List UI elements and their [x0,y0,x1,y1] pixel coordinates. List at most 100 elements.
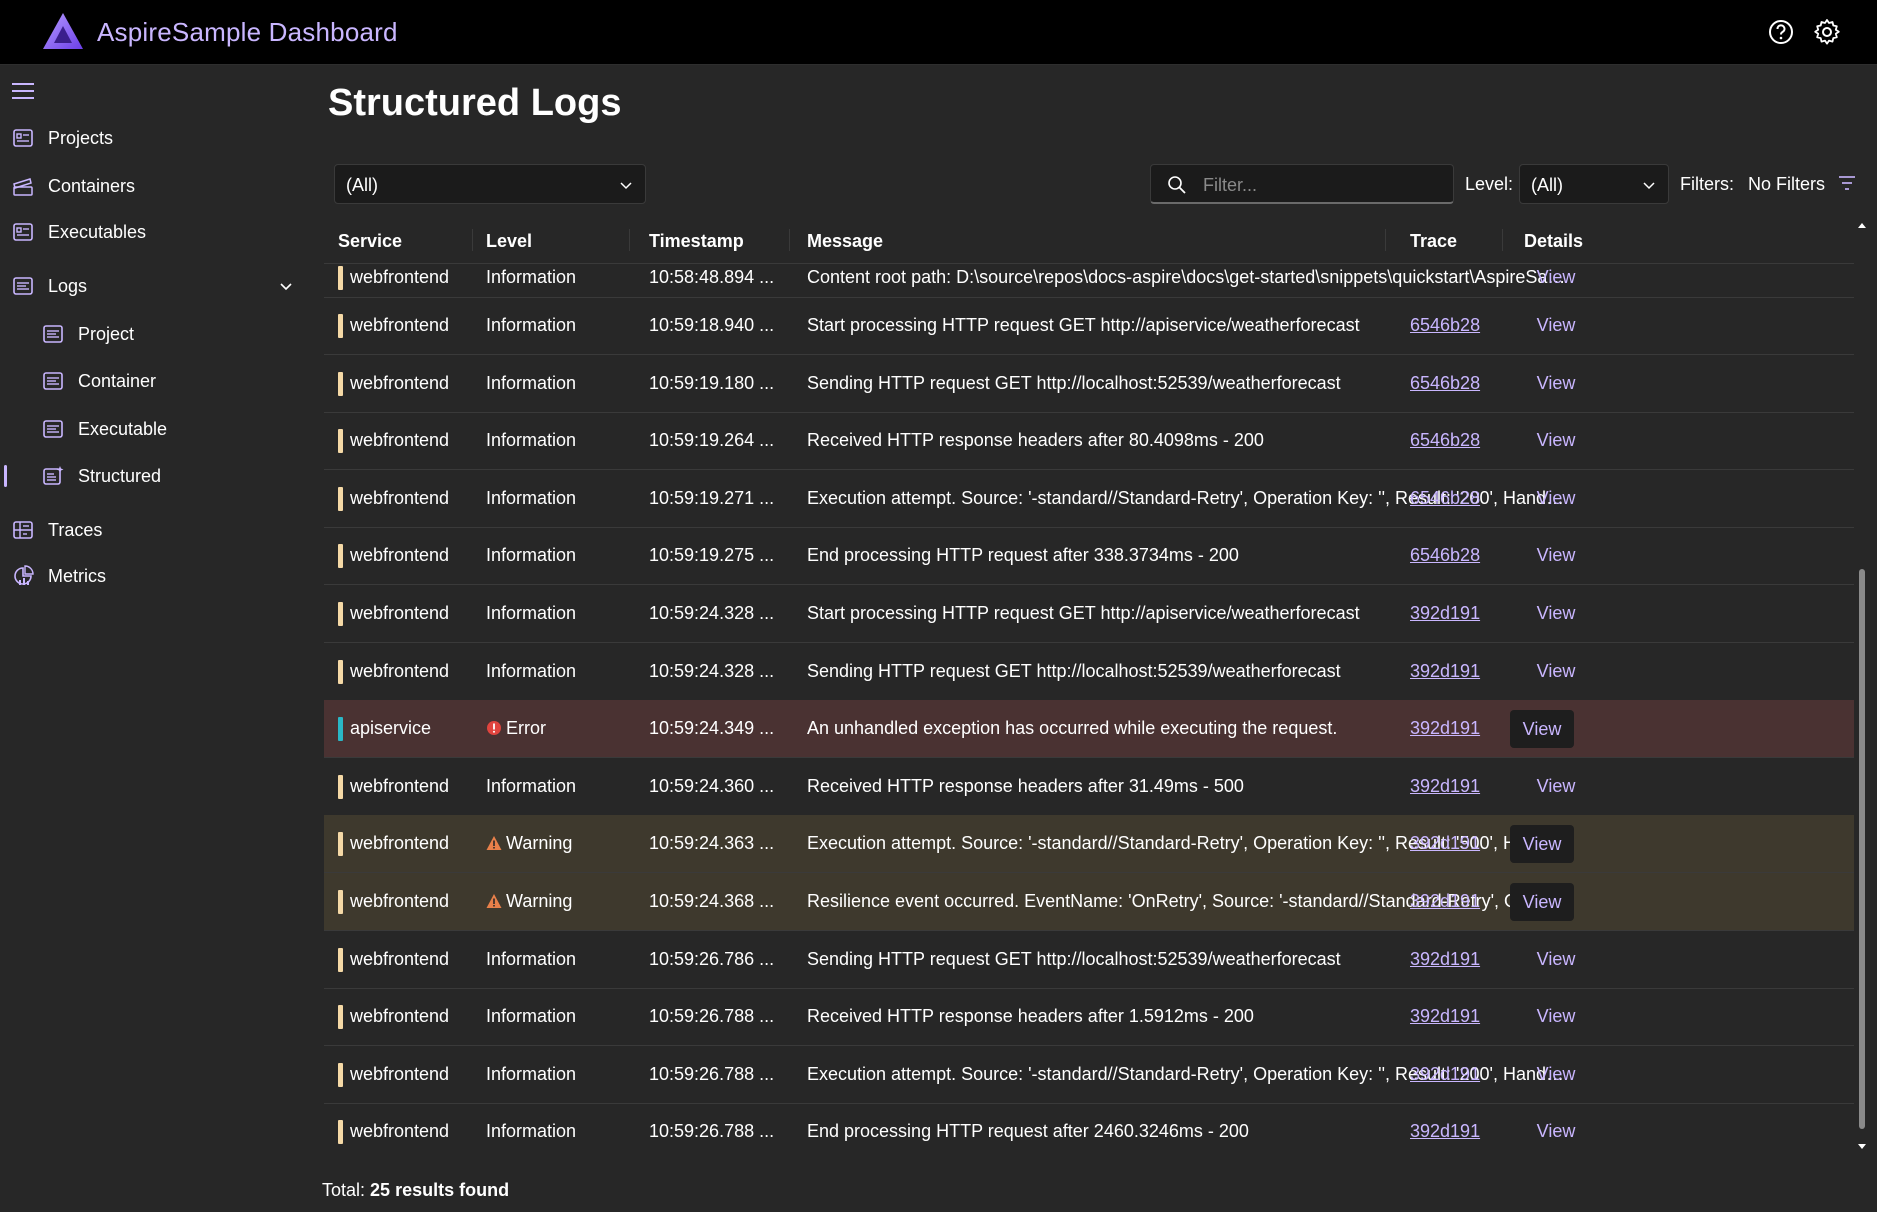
table-row[interactable]: webfrontend Information 10:59:19.180 ... Se… [324,355,1854,413]
view-details-button[interactable]: View [1524,373,1588,394]
column-header-timestamp[interactable]: Timestamp [649,231,744,252]
trace-link[interactable]: 392d191 [1410,718,1480,739]
column-header-trace[interactable]: Trace [1410,231,1457,252]
table-row[interactable]: webfrontend Information 10:59:26.788 ... Re… [324,988,1854,1047]
column-header-message[interactable]: Message [807,231,883,252]
table-row[interactable]: webfrontend Information 10:59:18.940 ... St… [324,297,1854,355]
sidebar-item-projects[interactable]: Projects [0,116,310,160]
sidebar-item-container-logs[interactable]: Container [0,359,310,403]
trace-link[interactable]: 392d191 [1410,1006,1480,1027]
level-cell: Information [486,267,576,288]
trace-link[interactable]: 6546b28 [1410,488,1480,509]
column-divider[interactable] [629,229,630,251]
table-row[interactable]: webfrontend Information 10:59:24.328 ... Se… [324,643,1854,701]
service-color-indicator [338,947,343,972]
level-text: Information [486,1121,577,1142]
column-header-details[interactable]: Details [1524,231,1583,252]
trace-link[interactable]: 392d191 [1410,891,1480,912]
scroll-thumb[interactable] [1859,569,1865,1129]
view-details-button[interactable]: View [1524,545,1588,566]
trace-link[interactable]: 6546b28 [1410,315,1480,336]
table-row[interactable]: webfrontend Information 10:59:19.271 ... Ex… [324,470,1854,528]
table-row[interactable]: webfrontend Information 10:59:19.275 ... En… [324,527,1854,586]
view-details-button[interactable]: View [1524,949,1588,970]
chevron-down-icon [620,182,632,190]
timestamp-cell: 10:59:24.349 ... [649,718,775,739]
trace-link[interactable]: 392d191 [1410,603,1480,624]
column-header-service[interactable]: Service [338,231,402,252]
column-divider[interactable] [1385,229,1386,251]
timestamp-cell: 10:59:26.786 ... [649,948,775,969]
sidebar-item-executables[interactable]: Executables [0,210,310,254]
view-details-button[interactable]: View [1524,776,1588,797]
table-row[interactable]: webfrontend Warning 10:59:24.368 ... Resili… [324,873,1854,931]
hamburger-menu-icon[interactable] [12,82,36,100]
view-details-button[interactable]: View [1524,661,1588,682]
view-details-button[interactable]: View [1524,1006,1588,1027]
filter-lines-icon[interactable] [1838,174,1856,192]
gear-icon[interactable] [1812,17,1842,47]
table-row[interactable]: webfrontend Warning 10:59:24.363 ... Execut… [324,815,1854,874]
sidebar-item-metrics[interactable]: Metrics [0,554,310,598]
service-color-indicator [338,429,343,454]
view-details-button[interactable]: View [1510,883,1574,921]
view-details-button[interactable]: View [1524,1121,1588,1142]
view-details-button[interactable]: View [1524,267,1588,288]
timestamp-cell: 10:59:19.271 ... [649,487,775,508]
level-cell: Information [486,430,576,451]
trace-link[interactable]: 392d191 [1410,949,1480,970]
level-cell: Information [486,373,576,394]
filters-value[interactable]: No Filters [1748,174,1825,195]
filter-field[interactable] [1150,164,1454,204]
table-row[interactable]: webfrontend Information 10:59:26.788 ... En… [324,1103,1854,1154]
column-divider[interactable] [1502,229,1503,251]
view-details-button[interactable]: View [1510,710,1574,749]
trace-link[interactable]: 392d191 [1410,833,1480,854]
column-divider[interactable] [472,229,473,251]
table-row[interactable]: webfrontend Information 10:59:19.264 ... Re… [324,412,1854,471]
chevron-down-icon[interactable] [278,278,294,294]
level-text: Warning [506,891,573,911]
column-divider[interactable] [789,229,790,251]
trace-link[interactable]: 392d191 [1410,1064,1480,1085]
sidebar-item-project-logs[interactable]: Project [0,312,310,356]
level-select[interactable]: (All) [1519,164,1669,204]
trace-link[interactable]: 6546b28 [1410,430,1480,451]
trace-link[interactable]: 6546b28 [1410,373,1480,394]
timestamp-cell: 10:59:26.788 ... [649,1006,775,1027]
table-row[interactable]: webfrontend Information 10:58:48.894 ... Co… [324,263,1854,298]
filter-input[interactable] [1201,171,1445,199]
timestamp-cell: 10:59:24.360 ... [649,775,775,796]
trace-link[interactable]: 6546b28 [1410,545,1480,566]
sidebar-item-traces[interactable]: Traces [0,508,310,552]
table-row[interactable]: webfrontend Information 10:59:24.328 ... St… [324,585,1854,643]
table-row[interactable]: apiservice Error 10:59:24.349 ... An unhand… [324,700,1854,759]
service-color-indicator [338,602,343,626]
trace-link[interactable]: 392d191 [1410,1121,1480,1142]
view-details-button[interactable]: View [1510,825,1574,864]
sidebar-item-logs[interactable]: Logs [0,264,310,308]
help-icon[interactable] [1766,17,1796,47]
view-details-button[interactable]: View [1524,603,1588,624]
resource-select[interactable]: (All) [334,164,646,204]
sidebar-item-executable-logs[interactable]: Executable [0,407,310,451]
view-details-button[interactable]: View [1524,315,1588,336]
scroll-up-icon[interactable] [1857,221,1867,231]
service-cell: apiservice [350,718,432,739]
view-details-button[interactable]: View [1524,430,1588,451]
column-header-level[interactable]: Level [486,231,532,252]
view-details-button[interactable]: View [1524,1064,1588,1085]
table-row[interactable]: webfrontend Information 10:59:26.788 ... Ex… [324,1046,1854,1104]
view-details-button[interactable]: View [1524,488,1588,509]
timestamp-cell: 10:59:24.328 ... [649,603,775,623]
trace-link[interactable]: 392d191 [1410,776,1480,797]
trace-link[interactable]: 392d191 [1410,661,1480,682]
app-title[interactable]: AspireSample Dashboard [97,17,398,48]
warning-icon [486,894,502,908]
grid-scrollbar[interactable] [1854,219,1870,1154]
sidebar-item-structured-logs[interactable]: Structured [0,454,310,498]
sidebar-item-containers[interactable]: Containers [0,164,310,208]
table-row[interactable]: webfrontend Information 10:59:26.786 ... Se… [324,931,1854,989]
scroll-down-icon[interactable] [1857,1141,1867,1151]
table-row[interactable]: webfrontend Information 10:59:24.360 ... Re… [324,758,1854,816]
